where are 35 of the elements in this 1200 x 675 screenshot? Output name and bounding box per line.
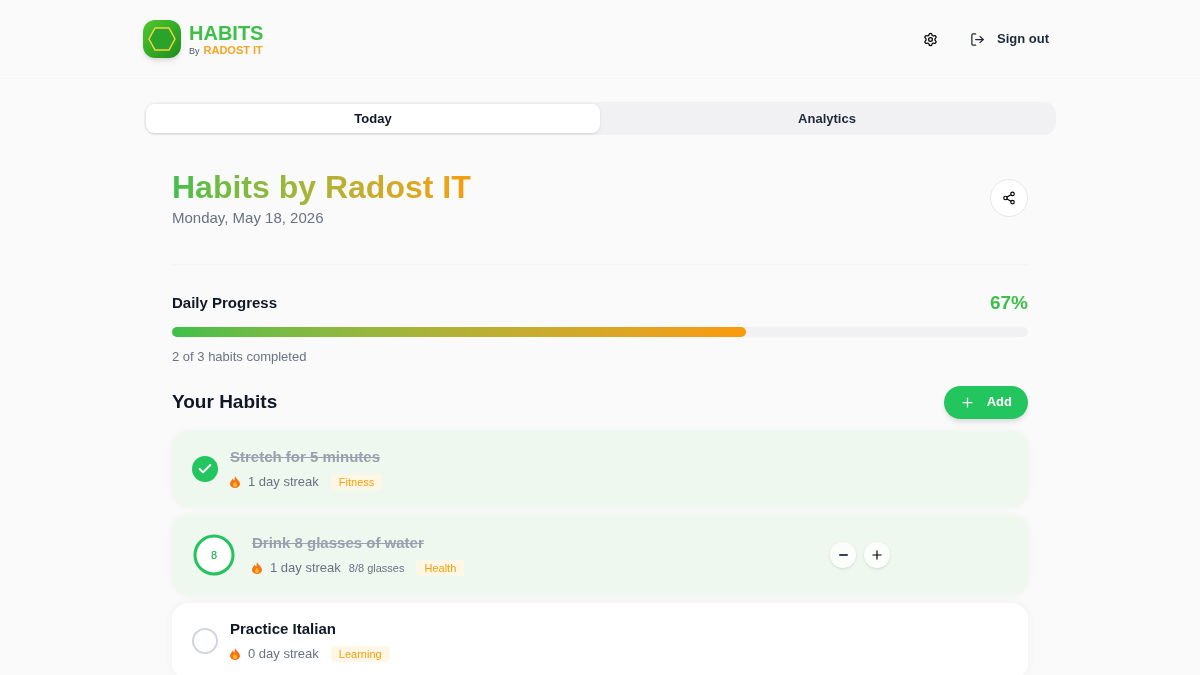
category-tag: Learning [330,645,390,662]
decrement-button[interactable] [830,541,856,568]
increment-button[interactable] [864,541,890,568]
progress-percent: 67% [989,290,1028,315]
progress-caption: 2 of 3 habits completed [172,348,308,366]
flame-icon [230,475,240,488]
habit-name: Practice Italian [230,618,337,639]
by-text: By [189,46,200,56]
habit-name: Drink 8 glasses of water [252,532,425,553]
streak-text: 1 day streak [270,559,341,577]
category-tag: Health [416,559,465,576]
count-text: 8 [210,549,218,560]
plus-icon [870,547,884,562]
progress-label: Daily Progress [172,292,278,313]
company-name: RADOST IT [203,44,263,56]
date-text: Monday, May 18, 2026 [172,208,325,228]
category-tag: Fitness [330,473,383,490]
flame-icon [230,647,240,660]
streak-text: 1 day streak [248,473,319,491]
minus-icon [838,553,848,556]
habit-name: Stretch for 5 minutes [230,446,382,467]
sign-out-button[interactable]: Sign out [970,29,1049,49]
settings-icon [923,31,938,47]
amount-text: 8/8 glasses [348,560,405,576]
tab[interactable]: Analytics [600,104,1054,133]
share-button[interactable] [990,179,1028,217]
logo-icon[interactable] [143,20,181,58]
flame-icon [252,561,262,574]
tab[interactable]: Today [146,104,600,133]
share-icon [1002,191,1016,205]
sign-out-icon [970,31,985,47]
section-title: Your Habits [172,389,278,414]
plus-icon [959,394,975,410]
streak-text: 0 day streak [248,645,319,663]
brand-name: HABITS [189,22,264,43]
